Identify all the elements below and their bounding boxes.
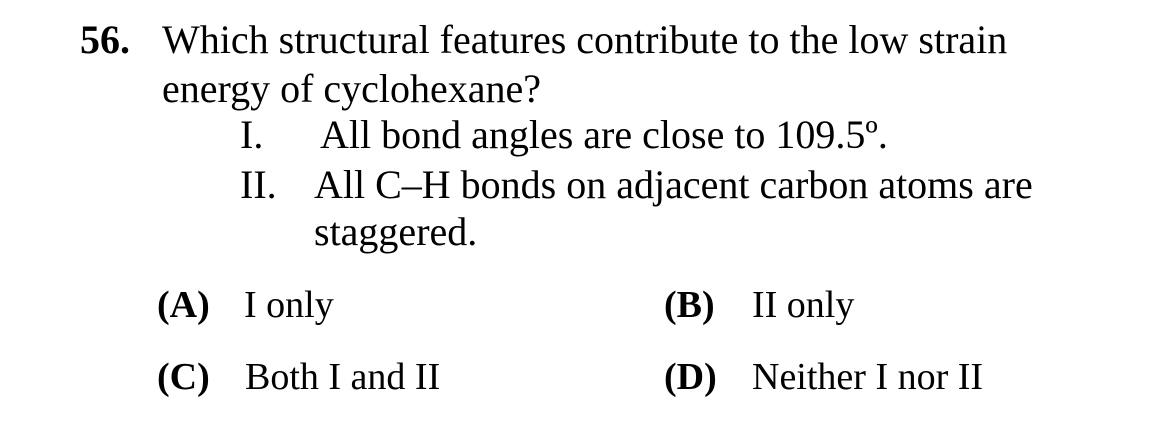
choice-label: (C) xyxy=(157,356,210,398)
choice-label: (B) xyxy=(664,284,715,326)
choice-text: II only xyxy=(752,284,855,326)
statement-text-line-1: All C–H bonds on adjacent carbon atoms a… xyxy=(314,162,1033,207)
statement-text: All bond angles are close to 109.5º. xyxy=(320,112,888,157)
statement-numeral: I. xyxy=(240,112,264,157)
question-stem-line-1: Which structural features contribute to … xyxy=(162,17,1008,62)
question-stem-line-2: energy of cyclohexane? xyxy=(162,66,542,111)
choice-text: Neither I nor II xyxy=(752,356,984,398)
question-number: 56. xyxy=(80,17,130,62)
statement-numeral: II. xyxy=(240,162,277,207)
choice-text: I only xyxy=(244,284,334,326)
statement-text-line-2: staggered. xyxy=(314,209,478,254)
choice-label: (A) xyxy=(157,284,210,326)
choice-text: Both I and II xyxy=(245,356,441,398)
choice-label: (D) xyxy=(664,356,717,398)
